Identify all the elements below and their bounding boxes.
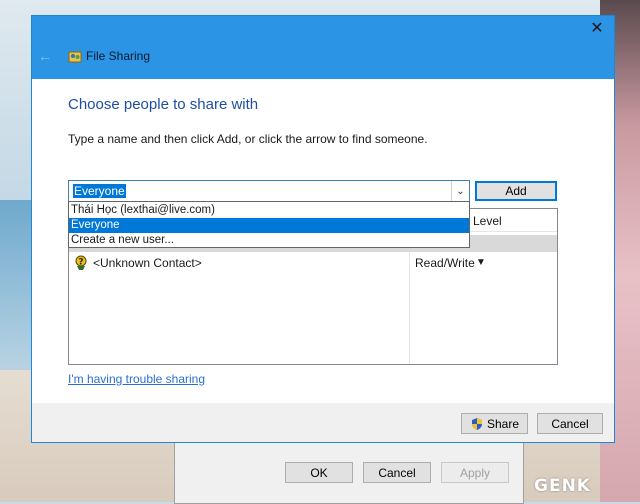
- table-row[interactable]: ? <Unknown Contact> Read/Write ▼: [69, 254, 557, 274]
- name-combobox[interactable]: Everyone ⌄: [68, 180, 470, 202]
- properties-cancel-button[interactable]: Cancel: [363, 462, 431, 483]
- title-bar: ← File Sharing ✕: [32, 16, 614, 79]
- window-title: File Sharing: [86, 49, 151, 63]
- combobox-dropdown: Thái Học (lexthai@live.com) Everyone Cre…: [68, 201, 470, 248]
- uac-shield-icon: [471, 417, 482, 430]
- share-button[interactable]: Share: [461, 413, 528, 434]
- dropdown-option-selected[interactable]: Everyone: [69, 218, 469, 233]
- dropdown-option[interactable]: Create a new user...: [69, 233, 469, 248]
- file-sharing-app-icon: [68, 51, 82, 63]
- back-arrow-icon[interactable]: ←: [38, 49, 52, 63]
- dropdown-option[interactable]: Thái Học (lexthai@live.com): [69, 203, 469, 218]
- unknown-contact-icon: ?: [75, 255, 87, 270]
- page-heading: Choose people to share with: [68, 96, 259, 113]
- chevron-down-icon[interactable]: ⌄: [451, 181, 469, 201]
- combobox-value[interactable]: Everyone: [73, 184, 126, 198]
- permission-level-header[interactable]: Level: [473, 214, 502, 228]
- apply-button: Apply: [441, 462, 509, 483]
- close-icon[interactable]: ✕: [588, 20, 606, 38]
- trouble-sharing-link[interactable]: I'm having trouble sharing: [68, 372, 205, 386]
- dialog-footer: Share Cancel: [32, 403, 614, 442]
- permission-dropdown-icon[interactable]: ▼: [476, 257, 486, 268]
- share-label: Share: [486, 416, 520, 431]
- contact-name: <Unknown Contact>: [93, 256, 202, 270]
- watermark-logo: GENK: [534, 476, 591, 496]
- add-button[interactable]: Add: [475, 181, 557, 201]
- instruction-text: Type a name and then click Add, or click…: [68, 132, 428, 146]
- ok-button[interactable]: OK: [285, 462, 353, 483]
- permission-level-value[interactable]: Read/Write: [415, 256, 475, 270]
- file-sharing-dialog: ← File Sharing ✕ Choose people to share …: [31, 15, 615, 443]
- cancel-button[interactable]: Cancel: [537, 413, 603, 434]
